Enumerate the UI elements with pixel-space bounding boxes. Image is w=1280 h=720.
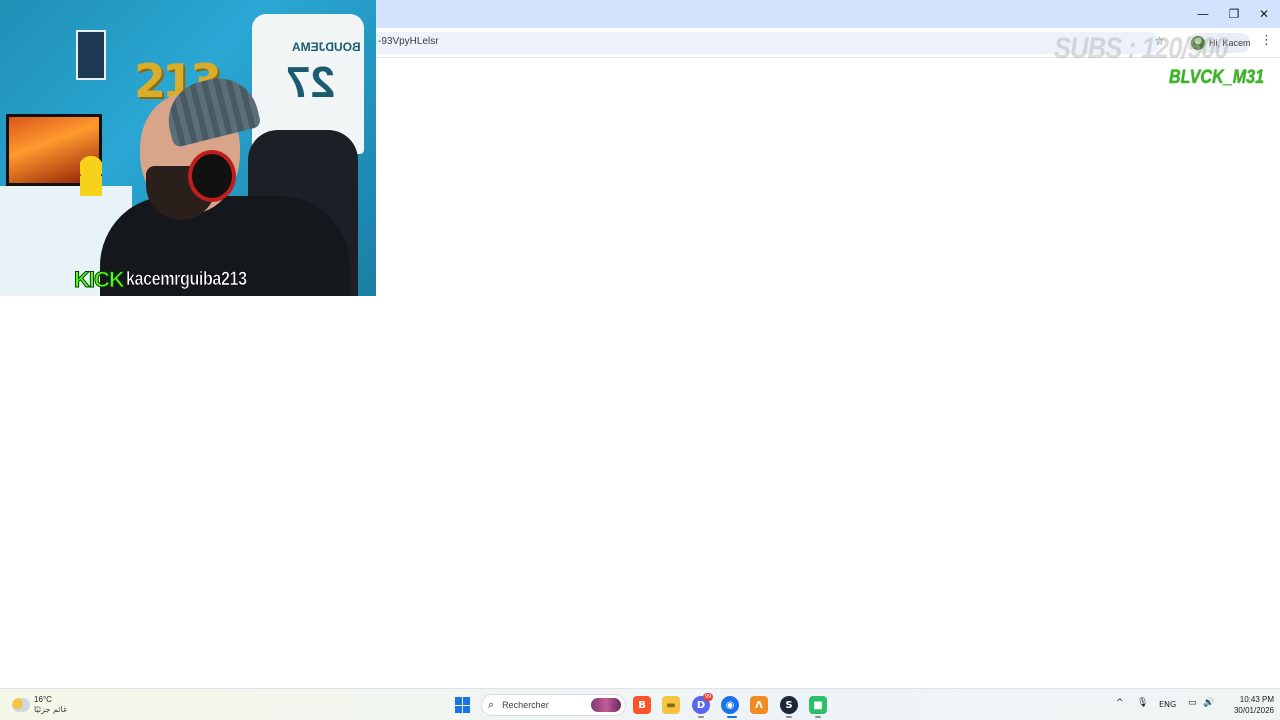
close-button[interactable]: ✕ <box>1249 0 1279 28</box>
kebab-menu-icon[interactable]: ⋮ <box>1260 33 1273 48</box>
search-placeholder: Rechercher <box>502 700 549 710</box>
url-text[interactable]: -93VpyHLelsr <box>378 36 439 47</box>
minimize-button[interactable]: — <box>1188 0 1218 28</box>
app-green-icon[interactable]: ■ <box>809 696 827 714</box>
weather-text: 16°C غائم جزئيًا <box>34 695 67 715</box>
active-indicator <box>727 716 737 718</box>
kick-username: kacemrguiba213 <box>125 269 248 291</box>
active-indicator <box>815 716 821 718</box>
windows-icon <box>455 697 471 713</box>
weather-desc: غائم جزئيًا <box>34 705 68 714</box>
taskbar-search[interactable]: ⌕ Rechercher <box>481 694 626 716</box>
headset <box>188 150 236 202</box>
browser-titlebar: — ❐ ✕ <box>376 0 1280 28</box>
taskbar-clock[interactable]: 10:43 PM 30/01/2026 <box>1220 694 1274 716</box>
screen: — ❐ ✕ -93VpyHLelsr ☆ Hi, Kacem ⋮ SUBS : … <box>0 0 1280 720</box>
clock-date: 30/01/2026 <box>1233 706 1274 715</box>
webcam-feed: BOUDJEMA 27 213 KICK kacemrguiba213 <box>0 0 376 296</box>
discord-badge: 99 <box>703 693 713 701</box>
subs-counter: SUBS : 120/500 <box>1054 32 1229 65</box>
restore-button[interactable]: ❐ <box>1219 0 1249 28</box>
weather-widget[interactable]: 16°C غائم جزئيًا <box>12 695 67 715</box>
file-explorer-icon[interactable]: ▬ <box>662 696 680 714</box>
steam-icon[interactable]: S <box>780 696 798 714</box>
monitor-icon[interactable]: ▭ <box>1188 698 1197 708</box>
brave-icon[interactable]: B <box>633 696 651 714</box>
weather-temp: 16°C <box>34 695 52 704</box>
jersey-number: 27 <box>286 58 335 107</box>
tray-chevron-icon[interactable]: ^ <box>1116 698 1124 708</box>
streamer-tag: BLVCK_M31 <box>1169 67 1265 88</box>
wall-poster <box>76 30 106 80</box>
volume-icon[interactable]: 🔊 <box>1203 698 1214 708</box>
address-bar[interactable]: -93VpyHLelsr <box>376 32 1160 54</box>
clock-time: 10:43 PM <box>1239 695 1274 704</box>
tweety-figure <box>80 156 102 196</box>
taskbar: 16°C غائم جزئيًا ⌕ Rechercher B ▬ D 99 ◉… <box>0 688 1280 720</box>
app-orange-icon[interactable]: Λ <box>750 696 768 714</box>
weather-icon <box>12 698 30 712</box>
search-highlight-icon <box>591 698 621 712</box>
start-button[interactable] <box>454 696 472 714</box>
active-indicator <box>786 716 792 718</box>
kick-logo: KICK <box>74 267 126 293</box>
active-indicator <box>698 716 704 718</box>
language-indicator[interactable]: ENG <box>1159 700 1176 709</box>
kick-badge: KICK kacemrguiba213 <box>74 267 268 293</box>
search-icon: ⌕ <box>488 698 495 711</box>
microphone-icon[interactable]: 🎙 <box>1137 698 1148 708</box>
jersey-name: BOUDJEMA <box>292 40 361 54</box>
chrome-icon[interactable]: ◉ <box>721 696 739 714</box>
